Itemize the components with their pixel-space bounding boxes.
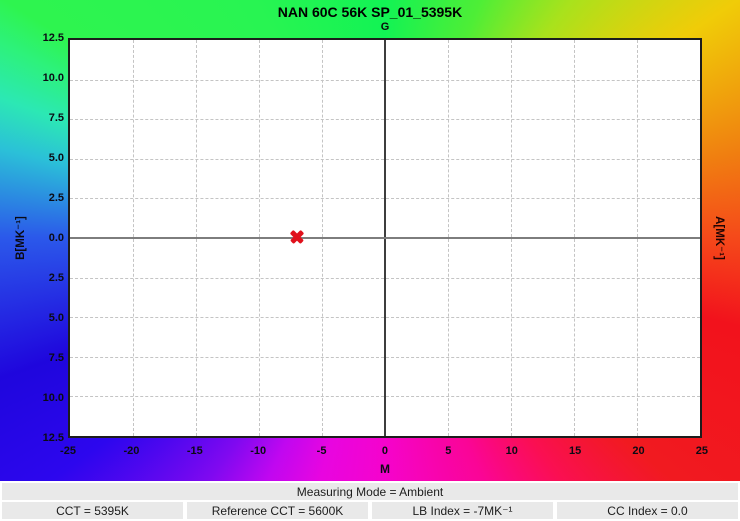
axis-label-amber: A[MK⁻¹]	[713, 216, 727, 260]
page-title: NAN 60C 56K SP_01_5395K	[0, 4, 740, 20]
status-stat-cell: CCT = 5395K	[2, 502, 183, 519]
axis-label-blue: B[MK⁻¹]	[13, 216, 27, 260]
status-stat-cell: LB Index = -7MK⁻¹	[372, 502, 553, 519]
axis-label-green: G	[68, 21, 702, 33]
chart-plot-area	[68, 38, 702, 438]
x-tick-label: 5	[432, 445, 464, 458]
x-tick-label: 0	[369, 445, 401, 458]
data-marker	[289, 229, 304, 244]
x-tick-label: 20	[623, 445, 655, 458]
measuring-mode-text: Measuring Mode = Ambient	[297, 485, 443, 499]
status-stats-bar: CCT = 5395KReference CCT = 5600KLB Index…	[2, 502, 738, 519]
axis-label-magenta: M	[68, 462, 702, 476]
right-axis: A[MK⁻¹]	[700, 38, 740, 438]
x-tick-label: -25	[52, 445, 84, 458]
color-meter-screen: NAN 60C 56K SP_01_5395K G 12.510.07.55.0…	[0, 0, 740, 521]
x-tick-label: -10	[242, 445, 274, 458]
left-axis: B[MK⁻¹]	[0, 38, 40, 438]
x-tick-label: -15	[179, 445, 211, 458]
x-tick-label: 25	[686, 445, 718, 458]
x-axis-ticks: -25 -20 -15 -10 -5 0 5 10 15 20 25	[52, 445, 718, 458]
x-tick-label: -20	[115, 445, 147, 458]
x-tick-label: -5	[306, 445, 338, 458]
status-stat-cell: Reference CCT = 5600K	[187, 502, 368, 519]
x-tick-label: 10	[496, 445, 528, 458]
measuring-mode-bar: Measuring Mode = Ambient	[2, 483, 738, 500]
x-tick-label: 15	[559, 445, 591, 458]
zero-axis-horizontal	[70, 237, 700, 239]
status-stat-cell: CC Index = 0.0	[557, 502, 738, 519]
